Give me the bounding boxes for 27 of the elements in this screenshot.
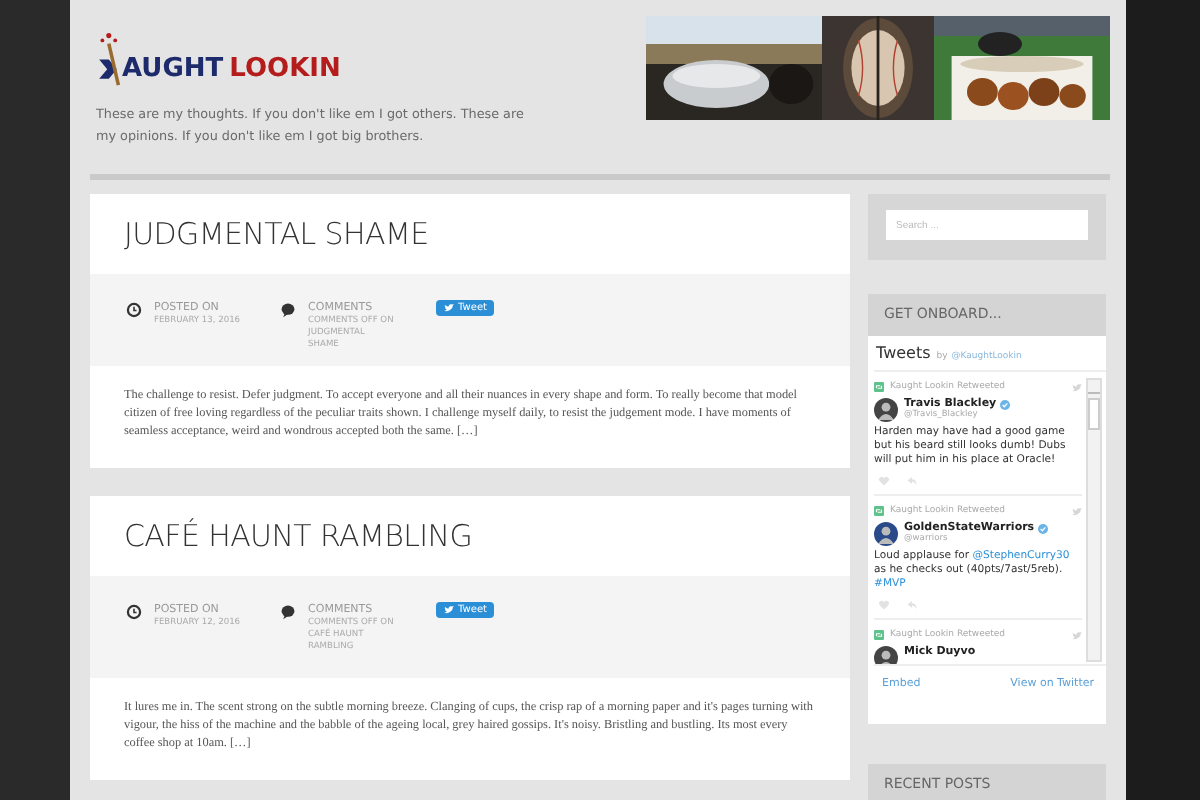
bird-icon[interactable] [1072,631,1082,639]
logo-text[interactable]: AUGHT [122,54,224,92]
reply-icon[interactable] [906,476,918,486]
clock-icon [126,302,142,318]
scrollbar[interactable] [1086,378,1102,662]
avatar[interactable] [874,646,898,664]
clock-icon [126,604,142,620]
heart-icon[interactable] [878,600,890,610]
bird-icon[interactable] [1072,507,1082,515]
retweet-icon [874,506,884,516]
post-title[interactable]: JUDGMENTAL SHAME [90,194,850,274]
logo-text[interactable]: LOOKIN [229,54,341,92]
speech-bubble-icon [280,302,297,318]
reply-icon[interactable] [906,600,918,610]
avatar[interactable] [874,398,898,422]
bird-icon [444,606,455,614]
verified-icon [1038,523,1049,533]
post-title[interactable]: CAFÉ HAUNT RAMBLING [90,496,850,576]
bird-icon [444,304,455,312]
retweet-icon [874,382,884,392]
bird-icon[interactable] [1072,383,1082,391]
retweet-icon [874,630,884,640]
speech-bubble-icon [280,604,297,620]
tweets-title: Tweets [876,344,931,362]
verified-icon [1000,399,1011,409]
avatar[interactable] [874,522,898,546]
heart-icon[interactable] [878,476,890,486]
